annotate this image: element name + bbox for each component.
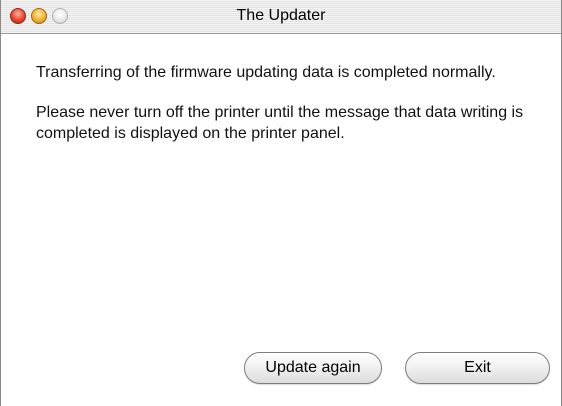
update-again-button[interactable]: Update again — [244, 352, 382, 384]
do-not-turn-off-warning: Please never turn off the printer until … — [36, 104, 524, 142]
updater-window: The Updater Transferring of the firmware… — [0, 0, 562, 406]
exit-button[interactable]: Exit — [405, 352, 550, 384]
title-bar[interactable]: The Updater — [1, 0, 561, 34]
message-area: Transferring of the firmware updating da… — [36, 62, 541, 163]
window-title: The Updater — [236, 7, 326, 24]
transfer-complete-message: Transferring of the firmware updating da… — [36, 64, 496, 81]
